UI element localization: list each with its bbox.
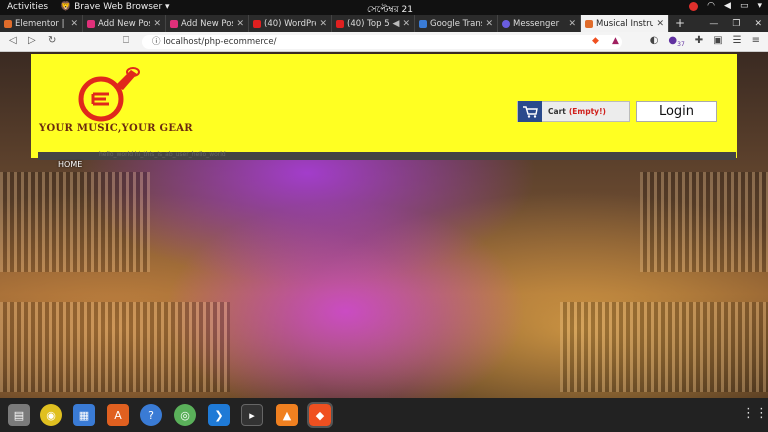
tab-title: Messenger xyxy=(513,18,560,29)
show-apps-icon[interactable]: ⋮⋮⋮ xyxy=(742,406,768,421)
tab[interactable]: Elementor | P ✕ xyxy=(0,15,83,32)
restore-icon[interactable]: ❐ xyxy=(732,19,740,29)
tab-title: Google Trans xyxy=(430,18,483,29)
browser-toolbar: ◁ ▷ ↻ ⎕ ⓘ localhost/php-ecommerce/ ◆ ▲ ◐… xyxy=(0,32,768,52)
tab-favicon-icon xyxy=(4,19,12,28)
back-icon[interactable]: ◁ xyxy=(9,35,17,46)
app-menu[interactable]: 🦁 Brave Web Browser ▾ xyxy=(60,2,170,12)
battery-icon[interactable]: ▭ xyxy=(740,1,749,11)
tab-favicon-icon xyxy=(253,19,261,28)
menu-icon[interactable]: ≡ xyxy=(752,35,760,48)
extension-badge-icon[interactable]: ●37 xyxy=(668,35,684,48)
world-icon[interactable]: ◎ xyxy=(174,404,196,426)
terminal-icon[interactable]: ▸ xyxy=(241,404,263,426)
guitar-wall-bottom-left xyxy=(0,302,230,392)
vlc-icon[interactable]: ▲ xyxy=(276,404,298,426)
app-name: Brave Web Browser xyxy=(74,2,163,12)
tab-title: (40) Top 5 xyxy=(347,18,390,29)
dock: ▤ ◉ ▦ A ? ◎ ❯ ▸ ▲ ◆ ⋮⋮⋮ xyxy=(0,398,768,432)
close-icon[interactable]: ✕ xyxy=(236,19,244,29)
help-icon[interactable]: ? xyxy=(140,404,162,426)
tab-active[interactable]: Musical Instru ✕ xyxy=(581,15,669,32)
cart-status: (Empty!) xyxy=(568,107,606,116)
horn-logo-icon[interactable] xyxy=(71,64,141,126)
address-bar[interactable]: ⓘ localhost/php-ecommerce/ xyxy=(142,35,622,49)
activities-button[interactable]: Activities xyxy=(7,2,48,12)
sidebar-icon[interactable]: ☰ xyxy=(733,35,742,48)
guitar-wall-left xyxy=(0,172,150,272)
close-window-icon[interactable]: ✕ xyxy=(754,19,762,29)
puzzle-icon[interactable]: ✚ xyxy=(695,35,703,48)
web-page: YOUR MUSIC,YOUR GEAR Cart (Empty!) Login … xyxy=(0,52,768,398)
tab-favicon-icon xyxy=(585,19,593,28)
close-icon[interactable]: ✕ xyxy=(485,19,493,29)
tab-favicon-icon xyxy=(419,19,427,28)
tab-title: Elementor | P xyxy=(15,18,68,29)
brave-rewards-icon[interactable]: ▲ xyxy=(612,36,619,46)
new-tab-button[interactable]: + xyxy=(669,15,691,32)
tab[interactable]: (40) Top 5 ◀ ✕ xyxy=(332,15,415,32)
window-controls: — ❐ ✕ xyxy=(709,15,762,32)
tab-favicon-icon xyxy=(87,19,95,28)
url-text: localhost/php-ecommerce/ xyxy=(163,37,277,47)
guitar-wall-right xyxy=(640,172,768,272)
site-info-icon[interactable]: ⓘ xyxy=(152,37,163,47)
debug-text: hello_world hi_this_is_ab_user_hello_wor… xyxy=(99,151,226,158)
tab[interactable]: Google Trans ✕ xyxy=(415,15,498,32)
toolbar-tools: ◐ ●37 ✚ ▣ ☰ ≡ xyxy=(650,35,760,48)
tab-title: Add New Pos xyxy=(98,18,151,29)
cart-text: Cart xyxy=(548,107,566,116)
forward-icon[interactable]: ▷ xyxy=(28,35,36,46)
tab-strip: Elementor | P ✕ Add New Pos ✕ Add New Po… xyxy=(0,15,768,32)
brave-icon[interactable]: ◆ xyxy=(307,402,333,428)
tab[interactable]: (40) WordPre ✕ xyxy=(249,15,332,32)
brave-shields-icon[interactable]: ◆ xyxy=(592,36,599,46)
volume-icon[interactable]: ◀ xyxy=(724,1,731,11)
tab-favicon-icon xyxy=(170,19,178,28)
minimize-icon[interactable]: — xyxy=(709,19,718,29)
close-icon[interactable]: ✕ xyxy=(70,19,78,29)
tab[interactable]: Add New Pos ✕ xyxy=(83,15,166,32)
cart-icon xyxy=(518,101,542,122)
extension-icon[interactable]: ◐ xyxy=(650,35,659,48)
chevron-down-icon[interactable]: ▾ xyxy=(757,1,762,11)
system-tray[interactable]: ◠ ◀ ▭ ▾ xyxy=(689,1,762,11)
system-top-bar: Activities 🦁 Brave Web Browser ▾ সেপ্টেম… xyxy=(0,0,768,27)
bookmark-icon[interactable]: ⎕ xyxy=(123,35,129,46)
tab-favicon-icon xyxy=(502,19,510,28)
tab[interactable]: Add New Pos ✕ xyxy=(166,15,249,32)
record-indicator-icon[interactable] xyxy=(689,1,699,11)
files-icon[interactable]: ▤ xyxy=(8,404,30,426)
tab[interactable]: Messenger ✕ xyxy=(498,15,581,32)
nav-home-link[interactable]: HOME xyxy=(58,160,82,169)
software-center-icon[interactable]: A xyxy=(107,404,129,426)
close-icon[interactable]: ✕ xyxy=(319,19,327,29)
reload-icon[interactable]: ↻ xyxy=(48,35,56,46)
cart-label: Cart (Empty!) xyxy=(548,107,606,116)
guitar-wall-bottom-right xyxy=(560,302,768,392)
close-icon[interactable]: ✕ xyxy=(568,19,576,29)
tab-title: Add New Pos xyxy=(181,18,234,29)
rhythmbox-icon[interactable]: ◉ xyxy=(40,404,62,426)
login-button[interactable]: Login xyxy=(636,101,717,122)
site-header: YOUR MUSIC,YOUR GEAR Cart (Empty!) Login xyxy=(31,54,737,158)
close-icon[interactable]: ✕ xyxy=(656,19,664,29)
vscode-icon[interactable]: ❯ xyxy=(208,404,230,426)
wifi-icon[interactable]: ◠ xyxy=(707,1,715,11)
close-icon[interactable]: ✕ xyxy=(402,19,410,29)
libreoffice-writer-icon[interactable]: ▦ xyxy=(73,404,95,426)
tab-title: Musical Instru xyxy=(596,18,654,29)
brave-icon: 🦁 xyxy=(60,2,72,12)
wallet-icon[interactable]: ▣ xyxy=(713,35,722,48)
tab-favicon-icon xyxy=(336,19,344,28)
site-tagline: YOUR MUSIC,YOUR GEAR xyxy=(39,123,193,134)
cart-button[interactable]: Cart (Empty!) xyxy=(517,101,630,122)
tab-title: (40) WordPre xyxy=(264,18,317,29)
speaker-icon[interactable]: ◀ xyxy=(393,19,400,29)
extension-badge: 37 xyxy=(677,41,685,48)
close-icon[interactable]: ✕ xyxy=(153,19,161,29)
